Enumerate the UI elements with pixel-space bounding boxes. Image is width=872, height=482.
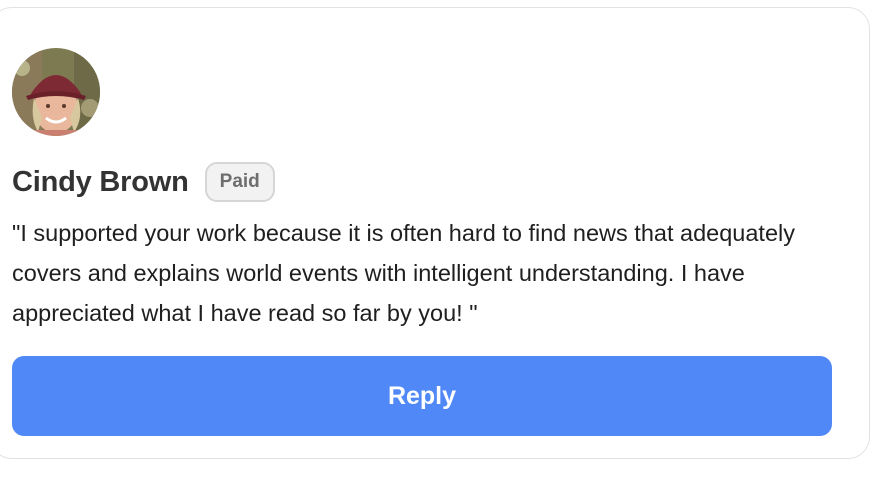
comment-message: "I supported your work because it is oft… xyxy=(12,220,796,326)
author-row: Cindy Brown Paid xyxy=(12,160,275,204)
user-photo-icon xyxy=(12,48,100,136)
avatar xyxy=(12,48,100,136)
supporter-comment-card: Cindy Brown Paid "I supported your work … xyxy=(0,7,870,459)
paid-badge: Paid xyxy=(204,162,275,202)
reply-button[interactable]: Reply xyxy=(12,356,832,436)
author-name: Cindy Brown xyxy=(12,165,189,198)
